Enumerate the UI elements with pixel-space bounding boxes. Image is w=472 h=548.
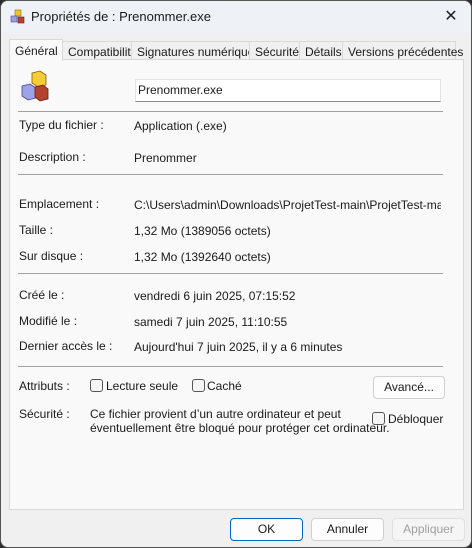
- modified-value: samedi 7 juin 2025, 11:10:55: [134, 315, 288, 329]
- security-label: Sécurité :: [19, 407, 70, 421]
- disk-size-value: 1,32 Mo (1392640 octets): [134, 250, 271, 264]
- security-message-line1: Ce fichier provient d’un autre ordinateu…: [90, 407, 341, 421]
- blocks-icon: [10, 9, 25, 24]
- application-icon: [21, 70, 49, 102]
- cancel-button[interactable]: Annuler: [311, 518, 384, 541]
- advanced-button[interactable]: Avancé...: [373, 376, 445, 399]
- readonly-label[interactable]: Lecture seule: [106, 379, 178, 393]
- divider: [18, 111, 443, 112]
- size-label: Taille :: [19, 223, 54, 237]
- accessed-value: Aujourd'hui 7 juin 2025, il y a 6 minute…: [134, 340, 343, 354]
- size-value: 1,32 Mo (1389056 octets): [134, 224, 271, 238]
- general-panel: Prenommer.exe Type du fichier : Applicat…: [9, 59, 464, 510]
- created-value: vendredi 6 juin 2025, 07:15:52: [134, 289, 296, 303]
- title-bar: Propriétés de : Prenommer.exe ✕: [1, 1, 471, 33]
- location-label: Emplacement :: [19, 197, 100, 211]
- type-label: Type du fichier :: [19, 118, 104, 132]
- disk-size-label: Sur disque :: [19, 249, 84, 263]
- unblock-checkbox[interactable]: [372, 412, 385, 425]
- ok-button[interactable]: OK: [230, 518, 303, 541]
- hidden-label[interactable]: Caché: [207, 379, 242, 393]
- unblock-label[interactable]: Débloquer: [388, 412, 443, 426]
- type-value: Application (.exe): [134, 119, 227, 133]
- description-value: Prenommer: [134, 151, 197, 165]
- apply-button[interactable]: Appliquer: [392, 518, 465, 541]
- tab-security[interactable]: Sécurité: [249, 41, 300, 61]
- tab-compatibility[interactable]: Compatibilité: [62, 41, 137, 61]
- tab-general[interactable]: Général: [9, 39, 63, 61]
- created-label: Créé le :: [19, 288, 65, 302]
- divider: [18, 174, 443, 175]
- tab-details[interactable]: Détails: [299, 41, 343, 61]
- close-icon[interactable]: ✕: [431, 1, 471, 33]
- location-value: C:\Users\admin\Downloads\ProjetTest-main…: [134, 198, 441, 212]
- security-message-line2: éventuellement être bloqué pour protéger…: [90, 421, 390, 435]
- window-title: Propriétés de : Prenommer.exe: [31, 9, 211, 24]
- description-label: Description :: [19, 150, 86, 164]
- attributes-label: Attributs :: [19, 379, 70, 393]
- modified-label: Modifié le :: [19, 314, 78, 328]
- tab-previous-versions[interactable]: Versions précédentes: [342, 41, 463, 61]
- file-name-input[interactable]: Prenommer.exe: [135, 79, 441, 102]
- properties-dialog: Propriétés de : Prenommer.exe ✕ Général …: [0, 0, 472, 548]
- accessed-label: Dernier accès le :: [19, 339, 113, 353]
- hidden-checkbox[interactable]: [192, 379, 205, 392]
- readonly-checkbox[interactable]: [90, 379, 103, 392]
- divider: [18, 273, 443, 274]
- tab-digital-signatures[interactable]: Signatures numériques: [131, 41, 260, 61]
- divider: [18, 366, 443, 367]
